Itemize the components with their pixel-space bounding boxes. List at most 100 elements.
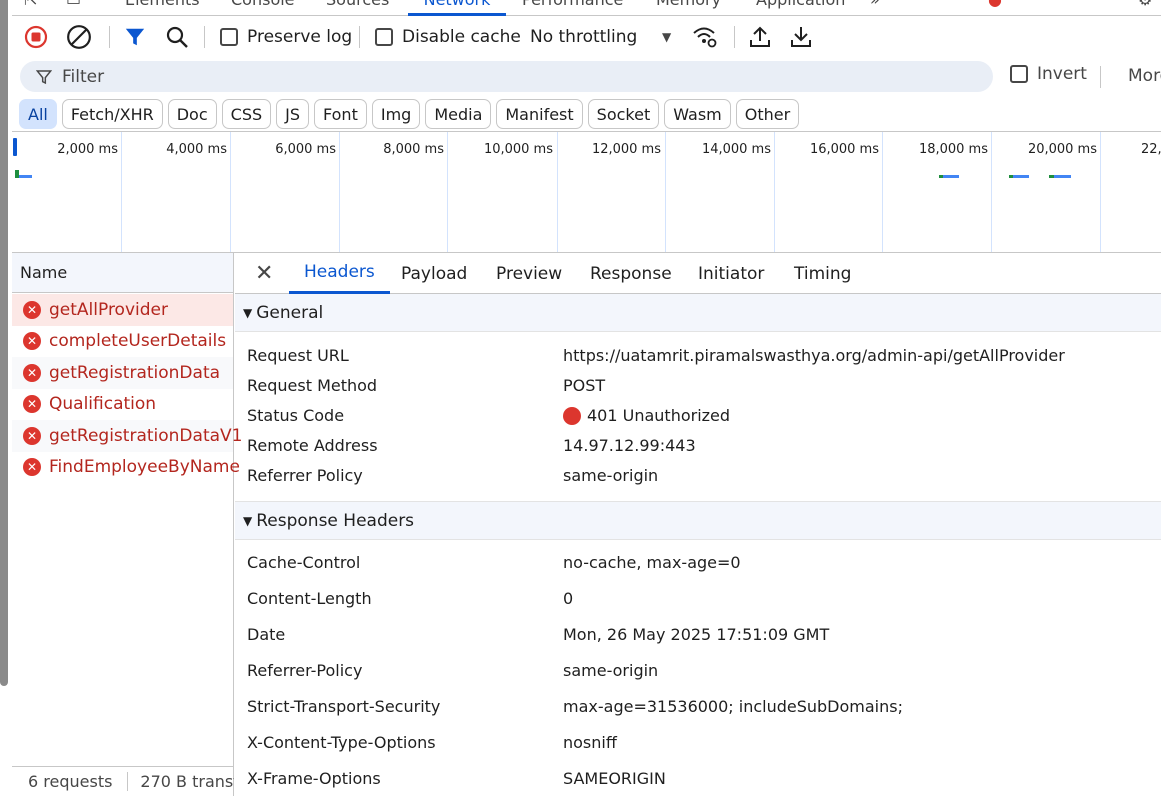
general-section-header[interactable]: ▼ General: [235, 294, 1161, 332]
disable-cache-checkbox[interactable]: Disable cache: [375, 24, 521, 50]
header-row: Referrer Policy same-origin: [235, 462, 1161, 492]
close-icon[interactable]: ✕: [255, 253, 273, 294]
invert-checkbox[interactable]: Invert: [1010, 64, 1087, 84]
chip-other[interactable]: Other: [735, 99, 800, 129]
tab-performance[interactable]: Performance: [522, 0, 623, 16]
chip-socket[interactable]: Socket: [587, 99, 660, 129]
header-key: Request URL: [247, 346, 349, 365]
timeline-bar: [943, 175, 959, 178]
name-column-header[interactable]: Name: [12, 253, 233, 293]
chip-img[interactable]: Img: [371, 99, 421, 129]
details-tabs: ✕ Headers Payload Preview Response Initi…: [235, 253, 1161, 294]
search-button[interactable]: [165, 24, 189, 50]
header-key: Referrer-Policy: [247, 661, 363, 680]
request-row[interactable]: ✕ completeUserDetails: [12, 326, 233, 358]
header-value: same-origin: [563, 661, 659, 680]
preserve-log-checkbox[interactable]: Preserve log: [220, 24, 352, 50]
header-value: https://uatamrit.piramalswasthya.org/adm…: [563, 346, 1065, 365]
chip-wasm[interactable]: Wasm: [664, 99, 731, 129]
throttling-select[interactable]: No throttling ▼: [530, 24, 680, 50]
network-conditions-button[interactable]: [692, 24, 718, 50]
more-filters-button[interactable]: More: [1128, 66, 1161, 86]
tab-timing[interactable]: Timing: [794, 253, 851, 294]
preserve-log-label: Preserve log: [247, 27, 353, 47]
device-toggle-icon[interactable]: ▭: [66, 0, 81, 16]
status-error-dot-icon: [563, 406, 581, 425]
request-details: ✕ Headers Payload Preview Response Initi…: [235, 253, 1161, 796]
request-row[interactable]: ✕ FindEmployeeByName: [12, 452, 240, 484]
header-row: Cache-Control no-cache, max-age=0: [235, 547, 1161, 583]
tick-label: 18,000 ms: [918, 142, 988, 157]
triangle-down-icon: ▼: [243, 513, 253, 528]
error-count-icon[interactable]: ●: [988, 0, 1002, 16]
header-value: Mon, 26 May 2025 17:51:09 GMT: [563, 625, 830, 644]
panel-tabs: ⇱ ▭ Elements Console Sources Network Per…: [12, 0, 1161, 16]
header-row: Referrer-Policy same-origin: [235, 655, 1161, 691]
download-icon: [791, 27, 811, 47]
filter-toggle-button[interactable]: [124, 24, 146, 50]
chevron-down-icon: ▼: [662, 30, 672, 44]
timeline-bar: [1013, 175, 1029, 178]
chip-all[interactable]: All: [19, 99, 57, 129]
tab-headers[interactable]: Headers: [289, 253, 390, 294]
header-key: X-Frame-Options: [247, 769, 381, 788]
tab-memory[interactable]: Memory: [656, 0, 721, 16]
tab-initiator[interactable]: Initiator: [698, 253, 764, 294]
inspect-icon[interactable]: ⇱: [24, 0, 37, 16]
chip-font[interactable]: Font: [314, 99, 367, 129]
tick-label: 2,000 ms: [57, 142, 118, 157]
import-har-button[interactable]: [749, 24, 771, 50]
timeline-handle[interactable]: [13, 138, 17, 156]
request-row[interactable]: ✕ getRegistrationDataV1: [12, 420, 242, 452]
response-headers-section-header[interactable]: ▼ Response Headers: [235, 502, 1161, 540]
header-value: POST: [563, 376, 606, 395]
tab-payload[interactable]: Payload: [401, 253, 467, 294]
export-har-button[interactable]: [790, 24, 812, 50]
header-value: SAMEORIGIN: [563, 769, 666, 788]
clear-button[interactable]: [66, 24, 92, 50]
chip-media[interactable]: Media: [425, 99, 492, 129]
header-key: Strict-Transport-Security: [247, 697, 441, 716]
request-row[interactable]: ✕ getRegistrationData: [12, 357, 233, 389]
more-tabs-icon[interactable]: »: [870, 0, 880, 16]
filter-placeholder: Filter: [62, 66, 105, 87]
tab-application[interactable]: Application: [756, 0, 845, 16]
header-key: Content-Length: [247, 589, 372, 608]
header-row: X-Frame-Options SAMEORIGIN: [235, 763, 1161, 796]
tab-console[interactable]: Console: [231, 0, 295, 16]
general-title: General: [256, 302, 324, 323]
tick-label: 12,000 ms: [591, 142, 661, 157]
header-value: no-cache, max-age=0: [563, 553, 741, 572]
tab-sources[interactable]: Sources: [326, 0, 389, 16]
chip-js[interactable]: JS: [276, 99, 309, 129]
header-row: Status Code 401 Unauthorized: [235, 402, 1161, 432]
upload-icon: [750, 26, 770, 47]
header-row: X-Content-Type-Options nosniff: [235, 727, 1161, 763]
chip-css[interactable]: CSS: [221, 99, 272, 129]
disable-cache-label: Disable cache: [402, 27, 521, 47]
tab-elements[interactable]: Elements: [125, 0, 200, 16]
chip-doc[interactable]: Doc: [167, 99, 217, 129]
request-row[interactable]: ✕ Qualification: [12, 389, 233, 421]
chip-fetch-xhr[interactable]: Fetch/XHR: [61, 99, 163, 129]
chip-manifest[interactable]: Manifest: [496, 99, 583, 129]
status-bar: 6 requests 270 B transf: [12, 766, 234, 796]
header-value: 0: [563, 589, 574, 608]
tick-label: 8,000 ms: [383, 142, 444, 157]
network-toolbar: Preserve log Disable cache No throttling…: [12, 16, 1161, 58]
wifi-settings-icon: [693, 27, 717, 48]
clear-icon: [67, 25, 91, 49]
tick-label: 4,000 ms: [166, 142, 227, 157]
filter-input[interactable]: Filter: [20, 61, 993, 92]
overview-timeline[interactable]: 2,000 ms 4,000 ms 6,000 ms 8,000 ms 10,0…: [12, 131, 1161, 253]
tab-network[interactable]: Network: [408, 0, 506, 16]
record-button[interactable]: [24, 24, 48, 50]
header-row: Strict-Transport-Security max-age=315360…: [235, 691, 1161, 727]
tab-response[interactable]: Response: [590, 253, 672, 294]
status-code-value: 401 Unauthorized: [563, 406, 730, 425]
settings-gear-icon[interactable]: ⚙: [1138, 0, 1152, 16]
resource-type-filters: All Fetch/XHR Doc CSS JS Font Img Media …: [19, 99, 800, 129]
tab-preview[interactable]: Preview: [496, 253, 562, 294]
request-row[interactable]: ✕ getAllProvider: [12, 294, 233, 326]
left-scrollbar[interactable]: [0, 0, 8, 686]
